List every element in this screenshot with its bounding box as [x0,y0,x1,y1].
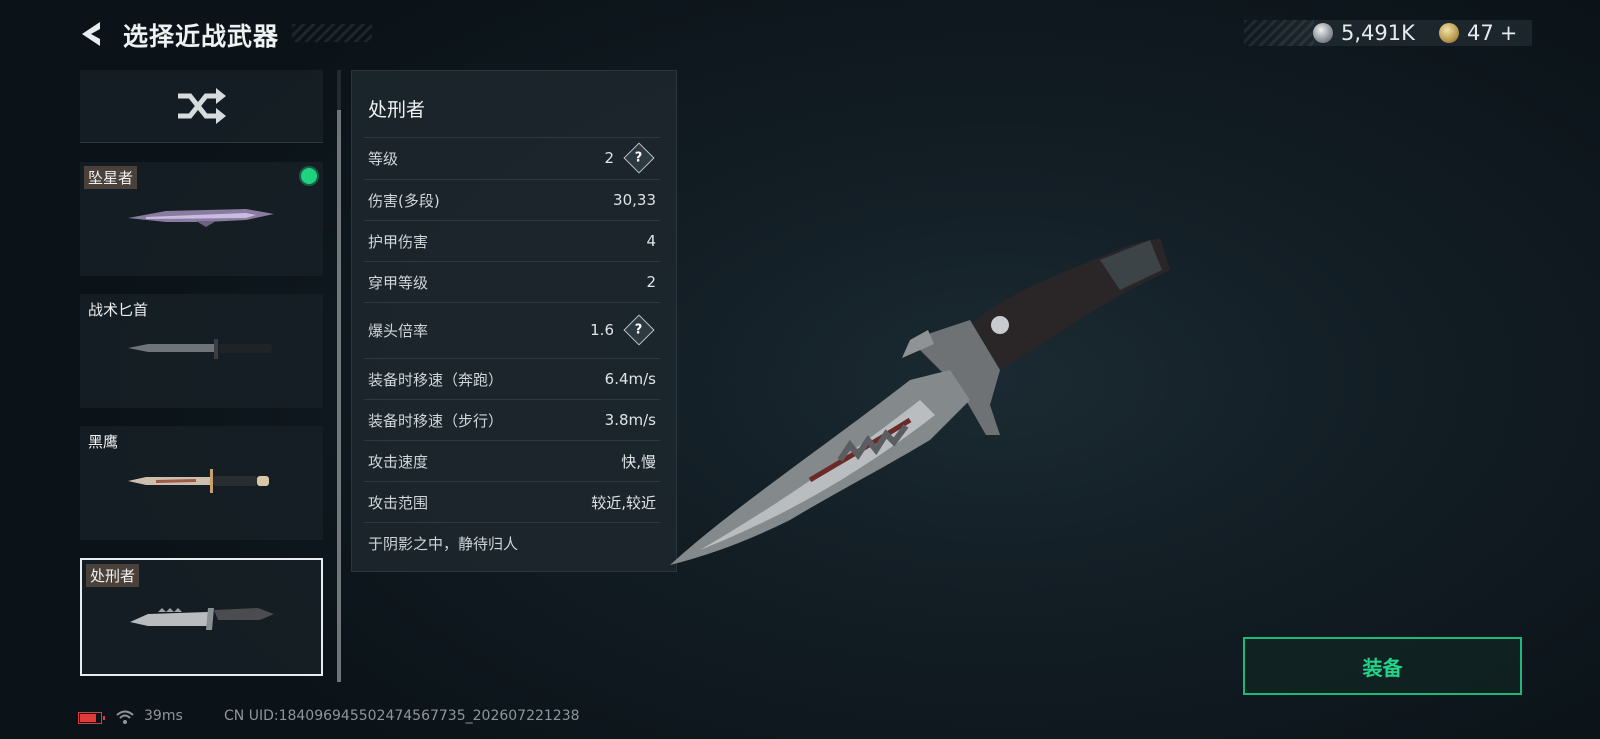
ping-readout: 39ms [144,708,183,724]
black-hawk-knife-image [128,469,269,493]
weapon-stats-panel: 处刑者 等级 2 ? 伤害(多段) 30,33 护甲伤害 4 穿甲等级 2 爆头… [351,70,677,572]
stat-label: 攻击范围 [368,493,429,512]
back-arrow-icon [82,22,100,46]
stat-label: 装备时移速（步行） [368,411,504,430]
stat-row-walk-speed: 装备时移速（步行） 3.8m/s [364,399,660,440]
stat-value: 2 [646,273,656,291]
executioner-knife-image [130,608,274,630]
stat-value: 4 [646,232,656,250]
stat-value: 2 [604,149,614,167]
stat-value: 3.8m/s [604,411,656,429]
stat-value-wrap: 1.6 ? [590,314,660,346]
title-decoration [292,24,372,42]
equip-button-label: 装备 [1362,655,1403,680]
stat-row-level: 等级 2 ? [364,137,660,178]
weapon-item-label: 黑鹰 [88,433,119,451]
weapon-name: 处刑者 [368,99,426,121]
help-icon[interactable]: ? [623,142,655,174]
weapon-item-tactical-dagger[interactable]: 战术匕首 [80,294,323,408]
stat-row-run-speed: 装备时移速（奔跑） 6.4m/s [364,358,660,399]
battery-fill [80,714,96,722]
stat-row-attack-range: 攻击范围 较近,较近 [364,481,660,523]
weapon-item-label: 战术匕首 [88,301,149,319]
stat-value: 1.6 [590,321,614,339]
gold-value: 47 [1467,21,1494,45]
stat-label: 等级 [368,149,399,168]
silver-coin-icon [1313,23,1333,43]
stat-label: 伤害(多段) [368,191,440,210]
stat-row-penetration: 穿甲等级 2 [364,261,660,302]
starfall-blade-image [128,209,274,227]
add-currency-icon[interactable]: + [1500,21,1518,45]
weapon-item-label: 处刑者 [86,564,140,587]
stat-row-headshot: 爆头倍率 1.6 ? [364,302,660,357]
stat-label: 装备时移速（奔跑） [368,370,504,389]
weapon-list: 坠星者 战术匕首 黑鹰 处刑者 [80,70,325,682]
weapon-item-black-hawk[interactable]: 黑鹰 [80,426,323,540]
stat-label: 爆头倍率 [368,321,429,340]
back-button[interactable] [76,18,106,50]
weapon-item-starfall[interactable]: 坠星者 [80,162,323,276]
stat-value: 较近,较近 [591,493,656,512]
stat-value: 30,33 [613,191,656,209]
scroll-thumb[interactable] [337,110,341,682]
stat-label: 护甲伤害 [368,232,429,251]
stat-row-damage: 伤害(多段) 30,33 [364,179,660,220]
stat-row-armor-damage: 护甲伤害 4 [364,220,660,261]
stat-value: 6.4m/s [604,370,656,388]
help-icon[interactable]: ? [623,314,655,346]
equip-button[interactable]: 装备 [1243,637,1522,695]
gold-currency[interactable]: 47 + [1439,20,1517,46]
user-uid: CN UID:18409694550247456773​5_2026072212… [224,708,580,724]
currency-decoration [1244,20,1314,46]
battery-icon [78,712,105,724]
random-weapon-button[interactable] [80,70,323,143]
weapon-item-label: 坠星者 [84,166,138,189]
stat-label: 穿甲等级 [368,273,429,292]
help-symbol: ? [635,322,643,338]
stat-label: 攻击速度 [368,452,429,471]
page-title: 选择近战武器 [123,22,280,51]
shuffle-icon [177,88,226,124]
weapon-list-scrollbar[interactable] [337,70,341,682]
silver-currency: 5,491K [1313,20,1415,46]
help-symbol: ? [635,150,643,166]
weapon-description: 于阴影之中，静待归人 [368,535,519,553]
stat-value: 快,慢 [621,452,656,471]
tactical-dagger-image [128,339,272,359]
equipped-indicator [301,168,317,184]
gold-coin-icon [1439,23,1459,43]
executioner-knife-preview [670,238,1170,565]
stat-value-wrap: 2 ? [604,142,660,174]
silver-value: 5,491K [1341,21,1415,45]
wifi-icon [116,710,134,724]
stat-row-attack-speed: 攻击速度 快,慢 [364,440,660,481]
weapon-item-executioner[interactable]: 处刑者 [80,558,323,676]
